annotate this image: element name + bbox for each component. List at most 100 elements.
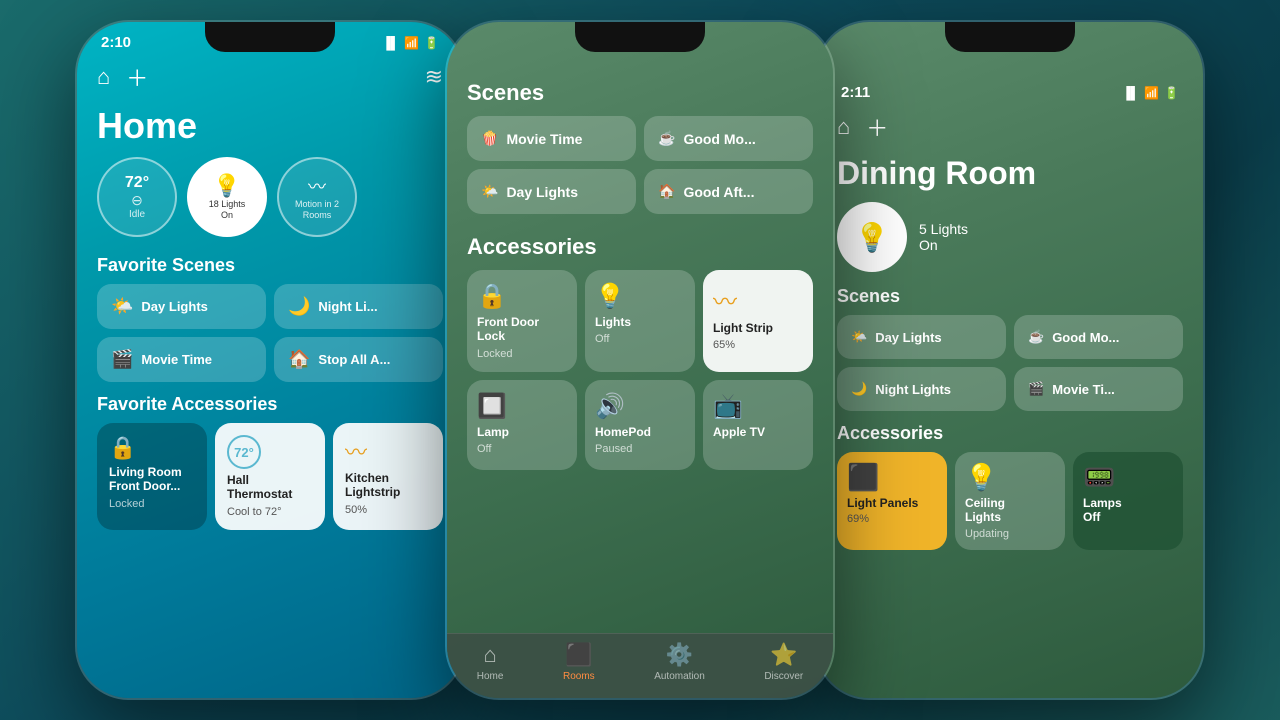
- acc-lightstrip[interactable]: 〰 KitchenLightstrip 50%: [333, 423, 443, 530]
- panels-name: Light Panels: [847, 496, 937, 510]
- scene-btn-movie-time[interactable]: 🎬 Movie Time: [97, 337, 266, 382]
- scene-btn-night-lights[interactable]: 🌙 Night Li...: [274, 284, 443, 329]
- favorite-accessories-title: Favorite Accessories: [77, 392, 463, 423]
- motion-bubble[interactable]: 〰 Motion in 2Rooms: [277, 157, 357, 237]
- acc-thermostat[interactable]: 72° HallThermostat Cool to 72°: [215, 423, 325, 530]
- mid-frontdoor-status: Locked: [477, 348, 567, 360]
- right-scene-goodmo[interactable]: ☕ Good Mo...: [1014, 315, 1183, 359]
- acc-title-right: Accessories: [817, 421, 1203, 452]
- acc-front-door[interactable]: 🔒 Living RoomFront Door... Locked: [97, 423, 207, 530]
- night-lights-label: Night Li...: [318, 299, 377, 314]
- mid-acc-lightstrip[interactable]: 〰 Light Strip 65%: [703, 270, 813, 372]
- mid-scene-goodmo[interactable]: ☕ Good Mo...: [644, 116, 813, 161]
- home-title: Home: [77, 101, 463, 157]
- mid-lights-icon: 💡: [595, 282, 685, 311]
- tab-home-label: Home: [477, 671, 504, 682]
- right-scene-movie[interactable]: 🎬 Movie Ti...: [1014, 367, 1183, 411]
- scenes-grid-mid: 🍿 Movie Time ☕ Good Mo... 🌤️ Day Lights …: [447, 116, 833, 226]
- acc-thermostat-name: HallThermostat: [227, 473, 313, 502]
- movie-time-icon: 🎬: [111, 349, 133, 370]
- mid-goodmo-label: Good Mo...: [683, 131, 755, 147]
- status-icons-left: ▐▌ 📶 🔋: [382, 36, 439, 50]
- tab-discover-icon: ⭐: [770, 642, 797, 668]
- right-scene-day[interactable]: 🌤️ Day Lights: [837, 315, 1006, 359]
- mid-acc-appletv[interactable]: 📺 Apple TV: [703, 380, 813, 470]
- mid-daylights-icon: 🌤️: [481, 183, 498, 200]
- mid-scene-goodaft[interactable]: 🏠 Good Aft...: [644, 169, 813, 214]
- right-scene-night[interactable]: 🌙 Night Lights: [837, 367, 1006, 411]
- voice-icon-left[interactable]: ≋: [425, 64, 443, 90]
- status-bar-right: 2:11 ▐▌ 📶 🔋: [817, 72, 1203, 105]
- acc-ceiling-lights[interactable]: 💡 CeilingLights Updating: [955, 452, 1065, 550]
- mid-goodaft-label: Good Aft...: [683, 184, 754, 200]
- mid-strip-name: Light Strip: [713, 321, 803, 335]
- right-movie-icon: 🎬: [1028, 381, 1044, 397]
- right-goodmo-icon: ☕: [1028, 329, 1044, 345]
- mid-scene-daylights[interactable]: 🌤️ Day Lights: [467, 169, 636, 214]
- tab-home-icon: ⌂: [483, 642, 496, 668]
- time-left: 2:10: [101, 34, 131, 51]
- acc-thermostat-status: Cool to 72°: [227, 506, 313, 518]
- status-bar-left: 2:10 ▐▌ 📶 🔋: [77, 22, 463, 55]
- home-icon-left[interactable]: ⌂: [97, 64, 110, 90]
- accessories-grid-left: 🔒 Living RoomFront Door... Locked 72° Ha…: [77, 423, 463, 530]
- tab-rooms[interactable]: ⬛ Rooms: [563, 642, 595, 682]
- stop-all-label: Stop All A...: [318, 352, 390, 367]
- ceiling-name: CeilingLights: [965, 496, 1055, 525]
- scene-btn-day-lights[interactable]: 🌤️ Day Lights: [97, 284, 266, 329]
- temp-bubble[interactable]: 72° ⊖ Idle: [97, 157, 177, 237]
- lightstrip-icon: 〰: [345, 435, 431, 467]
- time-right: 2:11: [841, 84, 870, 101]
- acc-light-panels[interactable]: ⬛ Light Panels 69%: [837, 452, 947, 550]
- mid-goodaft-icon: 🏠: [658, 183, 675, 200]
- favorite-scenes-grid: 🌤️ Day Lights 🌙 Night Li... 🎬 Movie Time…: [77, 284, 463, 392]
- signal-icon: ▐▌: [382, 36, 399, 50]
- nav-bar-right: ⌂ ＋: [817, 105, 1203, 151]
- tab-bar: ⌂ Home ⬛ Rooms ⚙️ Automation ⭐ Discover: [447, 633, 833, 698]
- lamps-name: LampsOff: [1083, 496, 1173, 525]
- day-lights-label: Day Lights: [141, 299, 207, 314]
- mid-acc-lamp[interactable]: 🔲 Lamp Off: [467, 380, 577, 470]
- panels-status: 69%: [847, 513, 937, 525]
- add-icon-left[interactable]: ＋: [126, 61, 148, 93]
- acc-lamps[interactable]: 📟 LampsOff: [1073, 452, 1183, 550]
- dining-title: Dining Room: [817, 151, 1203, 202]
- status-bubbles-row: 72° ⊖ Idle 💡 18 LightsOn 〰 Motion in 2Ro…: [77, 157, 463, 253]
- tab-home[interactable]: ⌂ Home: [477, 642, 504, 682]
- dining-light-row: 💡 5 Lights On: [817, 202, 1203, 284]
- nav-bar-left: ⌂ ＋ ≋: [77, 55, 463, 101]
- lights-bubble[interactable]: 💡 18 LightsOn: [187, 157, 267, 237]
- battery-icon: 🔋: [424, 36, 439, 50]
- battery-icon-right: 🔋: [1164, 86, 1179, 100]
- scene-btn-stop-all[interactable]: 🏠 Stop All A...: [274, 337, 443, 382]
- acc-lightstrip-name: KitchenLightstrip: [345, 471, 431, 500]
- movie-time-label: Movie Time: [141, 352, 212, 367]
- status-icons-right: ▐▌ 📶 🔋: [1122, 86, 1179, 100]
- tab-automation[interactable]: ⚙️ Automation: [654, 642, 705, 682]
- mid-tv-icon: 📺: [713, 392, 803, 421]
- mid-scene-movie[interactable]: 🍿 Movie Time: [467, 116, 636, 161]
- mid-lamp-name: Lamp: [477, 425, 567, 439]
- mid-homepod-status: Paused: [595, 443, 685, 455]
- middle-content: Scenes 🍿 Movie Time ☕ Good Mo... 🌤️ Day …: [447, 22, 833, 648]
- add-icon-right[interactable]: ＋: [866, 111, 888, 143]
- right-night-label: Night Lights: [875, 382, 951, 397]
- acc-title-mid: Accessories: [447, 226, 833, 270]
- mid-acc-frontdoor[interactable]: 🔒 Front DoorLock Locked: [467, 270, 577, 372]
- mid-movie-icon: 🍿: [481, 130, 498, 147]
- wifi-icon-right: 📶: [1144, 86, 1159, 100]
- mid-strip-status: 65%: [713, 339, 803, 351]
- right-night-icon: 🌙: [851, 381, 867, 397]
- tab-discover[interactable]: ⭐ Discover: [764, 642, 803, 682]
- acc-lightstrip-status: 50%: [345, 504, 431, 516]
- home-icon-right[interactable]: ⌂: [837, 114, 850, 140]
- dining-light-bubble: 💡: [837, 202, 907, 272]
- right-day-label: Day Lights: [875, 330, 941, 345]
- mid-strip-icon: 〰: [713, 282, 803, 317]
- mid-movie-label: Movie Time: [506, 131, 582, 147]
- acc-grid-right: ⬛ Light Panels 69% 💡 CeilingLights Updat…: [817, 452, 1203, 550]
- phone-right: 2:11 ▐▌ 📶 🔋 ⌂ ＋ Dining Room 💡 5 Lights: [815, 20, 1205, 700]
- mid-acc-lights[interactable]: 💡 Lights Off: [585, 270, 695, 372]
- mid-acc-homepod[interactable]: 🔊 HomePod Paused: [585, 380, 695, 470]
- night-lights-icon: 🌙: [288, 296, 310, 317]
